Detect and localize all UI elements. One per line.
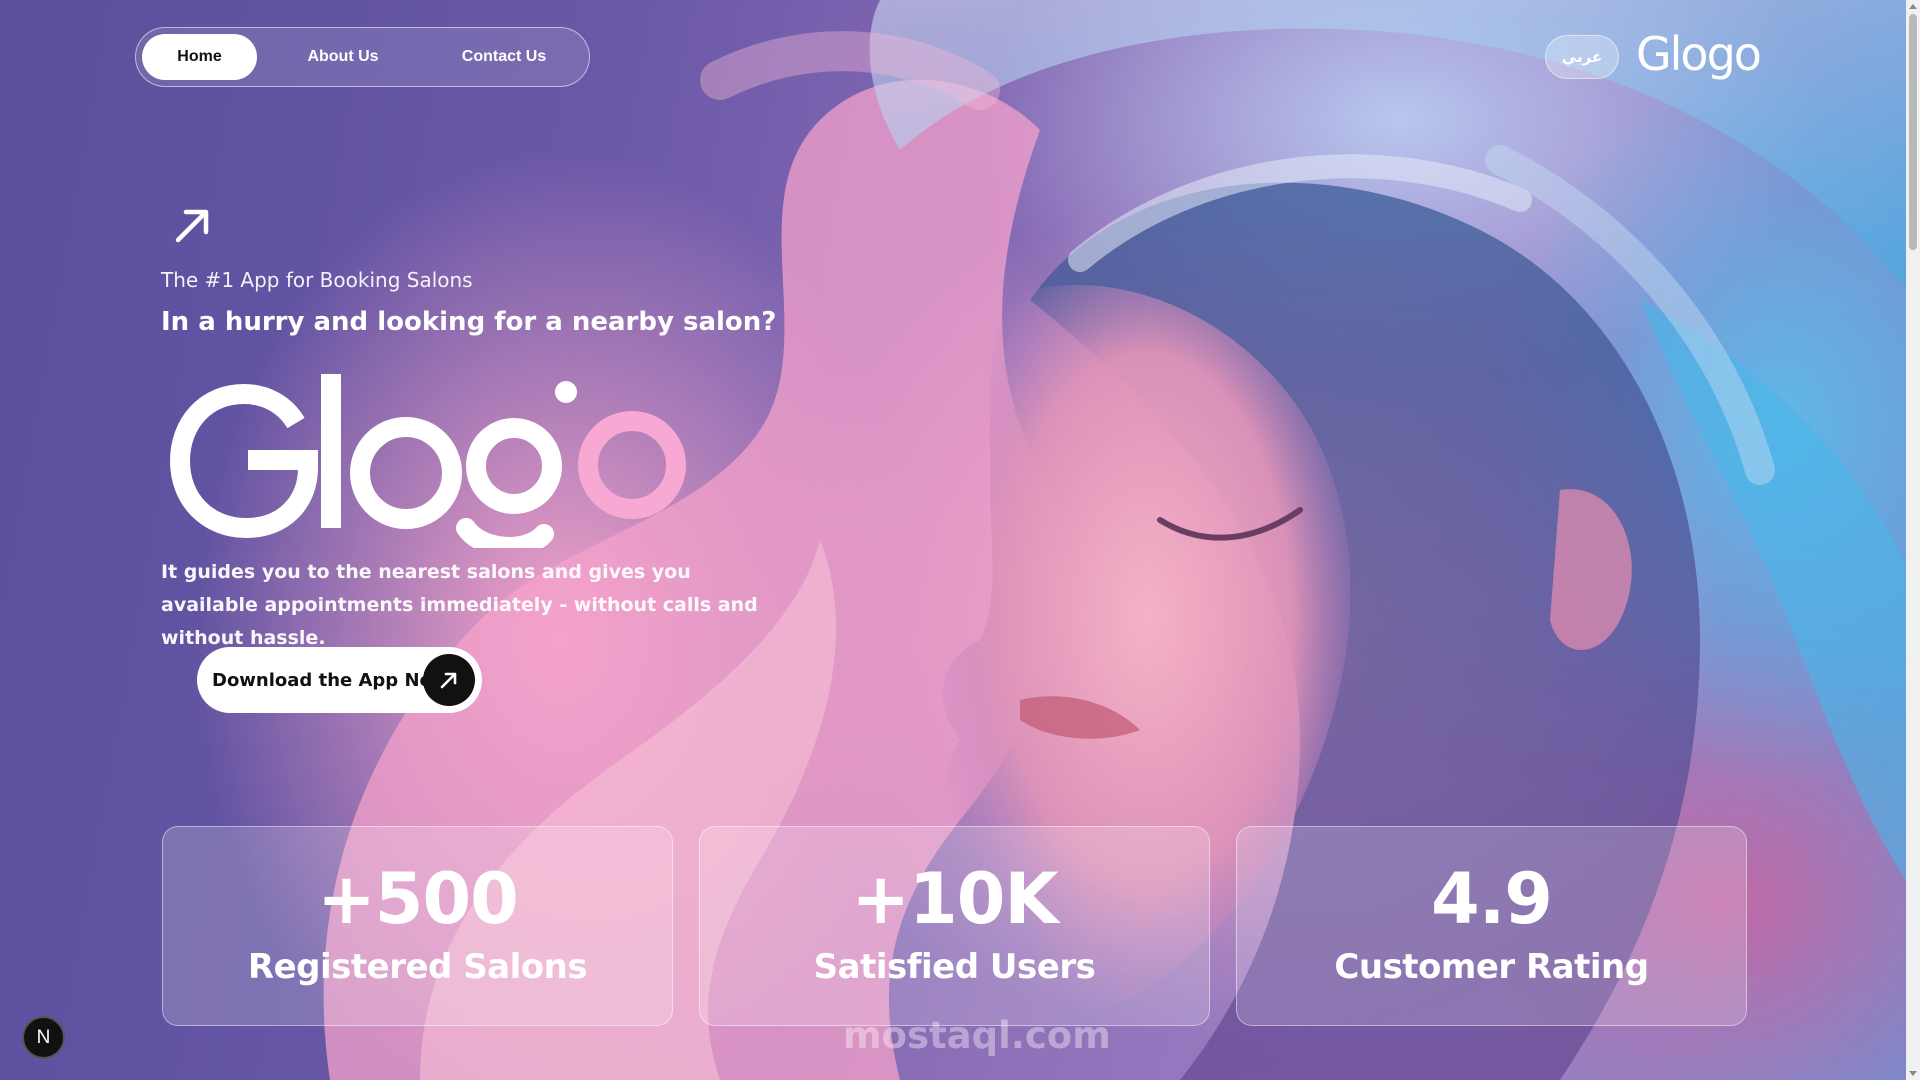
stat-label: Customer Rating	[1334, 947, 1649, 987]
watermark: mostaql.com	[843, 1014, 1111, 1057]
stat-card-rating: 4.9 Customer Rating	[1236, 826, 1747, 1026]
stat-value: +10K	[851, 858, 1058, 940]
stat-value: 4.9	[1430, 858, 1553, 940]
page-scrollbar[interactable]	[1906, 0, 1920, 1080]
brand-logo-text: Glogo	[1636, 28, 1760, 81]
download-app-button[interactable]: Download the App Now	[197, 647, 482, 713]
download-app-label: Download the App Now	[212, 669, 449, 691]
stat-label: Registered Salons	[247, 947, 588, 987]
scroll-down-arrow-icon[interactable]	[1909, 1071, 1917, 1076]
stat-label: Satisfied Users	[813, 947, 1096, 987]
hero-brand-logo	[169, 374, 686, 548]
main-nav: Home About Us Contact Us	[135, 27, 590, 87]
stat-card-salons: +500 Registered Salons	[162, 826, 673, 1026]
scroll-up-arrow-icon[interactable]	[1909, 4, 1917, 9]
language-toggle-button[interactable]: عربي	[1545, 35, 1619, 79]
cta-arrow-circle	[423, 654, 475, 706]
scrollbar-thumb[interactable]	[1909, 14, 1917, 250]
nav-about-link[interactable]: About Us	[257, 34, 429, 80]
hero-tagline: The #1 App for Booking Salons	[161, 268, 473, 292]
brand-logo[interactable]: Glogo	[1636, 28, 1774, 84]
nav-home-link[interactable]: Home	[142, 34, 257, 80]
arrow-up-right-icon	[440, 672, 457, 689]
arrow-up-right-icon	[175, 209, 209, 243]
hero-headline: In a hurry and looking for a nearby salo…	[161, 307, 777, 337]
hero-description: It guides you to the nearest salons and …	[161, 561, 758, 649]
stat-card-users: +10K Satisfied Users	[699, 826, 1210, 1026]
dev-tools-badge[interactable]: N	[22, 1016, 65, 1059]
nav-contact-link[interactable]: Contact Us	[429, 34, 579, 80]
stat-value: +500	[317, 858, 519, 940]
